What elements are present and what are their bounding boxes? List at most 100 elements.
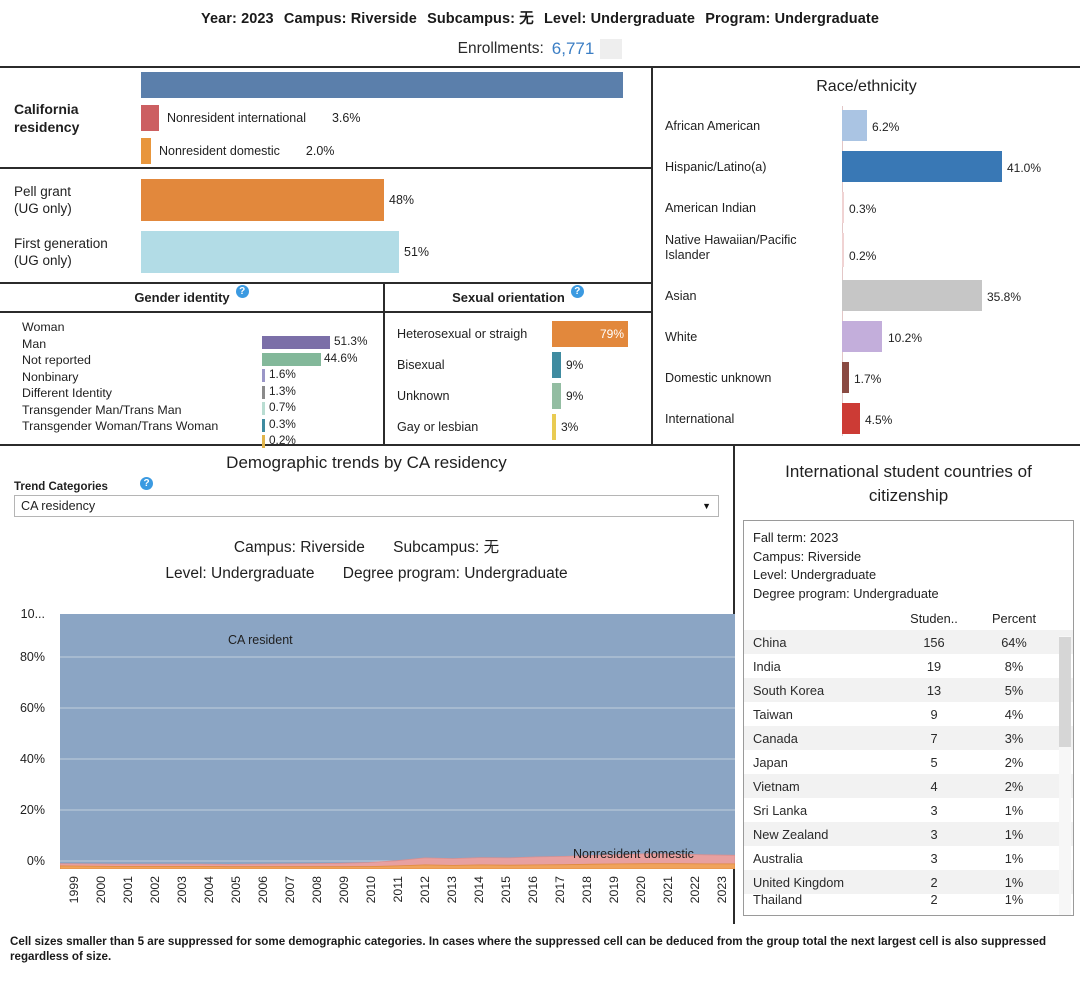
race-bar-american-indian[interactable] (842, 192, 844, 223)
table-row[interactable]: New Zealand 3 1% (744, 822, 1073, 846)
bar-nonresident-domestic[interactable] (141, 137, 151, 164)
question-icon[interactable]: ? (134, 473, 153, 491)
residency-row-ca-resident[interactable]: CA resident 94.4% (141, 69, 641, 118)
table-row[interactable]: Thailand 2 1% (744, 894, 1073, 904)
race-value-native-hawaiian: 0.2% (849, 249, 877, 263)
gender-identity-row[interactable]: Transgender Man/Trans Man 0.3% (0, 402, 383, 432)
residency-row-nonresident-domestic[interactable]: Nonresident domestic 2.0% (141, 135, 641, 166)
bar-label-ca-resident: CA resident (496, 103, 561, 118)
race-bar-international[interactable] (842, 403, 860, 434)
race-bar-hispanic-latino[interactable] (842, 151, 1002, 182)
trend-categories-select[interactable]: CA residency ▼ (14, 495, 719, 517)
race-row[interactable]: Hispanic/Latino(a) 41.0% (653, 147, 1080, 188)
enrollments-value: 6,771 (551, 39, 595, 58)
residency-row-nonresident-international[interactable]: Nonresident international 3.6% (141, 102, 641, 133)
area-label-nonresident-domestic: Nonresident domestic (573, 847, 694, 861)
residency-title-line2: residency (14, 118, 80, 135)
table-scrollbar-thumb[interactable] (1059, 637, 1071, 747)
table-row[interactable]: China 156 64% (744, 630, 1073, 654)
cell-students: 4 (930, 778, 938, 794)
race-value-asian: 35.8% (987, 290, 1022, 304)
sexual-orientation-title: Sexual orientation (452, 290, 565, 305)
filter-summary: Year: 2023 Campus: Riverside Subcampus: … (0, 7, 1080, 28)
so-bar-unknown[interactable] (552, 383, 561, 409)
race-row[interactable]: American Indian 0.3% (653, 188, 1080, 229)
race-row[interactable]: Asian 35.8% (653, 276, 1080, 317)
trend-sub-level: Level: Undergraduate (165, 565, 315, 582)
xtick-2005: 2005 (229, 876, 243, 904)
table-row[interactable]: Japan 5 2% (744, 750, 1073, 774)
sexual-orientation-row[interactable]: Heterosexual or straigh 79% (385, 320, 651, 351)
so-bar-bisexual[interactable] (552, 352, 561, 378)
table-row[interactable]: South Korea 13 5% (744, 678, 1073, 702)
table-row[interactable]: India 19 8% (744, 654, 1073, 678)
race-label-hispanic-latino: Hispanic/Latino(a) (665, 160, 767, 174)
gender-identity-row[interactable]: Different Identity 0.7% (0, 385, 383, 415)
gender-identity-row[interactable]: Not reported 1.6% (0, 352, 383, 382)
race-bar-native-hawaiian[interactable] (842, 233, 844, 267)
enrollments-row: Enrollments: 6,771 (0, 39, 1080, 59)
meta-campus: Campus: Riverside (753, 548, 862, 564)
gender-identity-row[interactable]: Transgender Woman/Trans Woman 0.2% (0, 418, 383, 448)
area-ca-resident (60, 614, 735, 869)
pell-grant-row[interactable]: Pell grant (UG only) 48% (14, 177, 651, 222)
table-row[interactable]: Taiwan 9 4% (744, 702, 1073, 726)
trend-categories-value: CA residency (21, 499, 96, 513)
bar-ca-resident[interactable] (141, 71, 623, 98)
bar-value-ca-resident: 94.4% (578, 103, 614, 118)
race-ethnicity-panel: Race/ethnicity African American 6.2% His… (653, 68, 1080, 444)
so-value-unknown: 9% (566, 389, 584, 403)
race-label-white: White (665, 330, 698, 344)
question-icon[interactable]: ? (570, 285, 584, 298)
residency-title-line1: California (14, 100, 79, 117)
first-generation-row[interactable]: First generation (UG only) 51% (14, 229, 651, 274)
race-row[interactable]: Domestic unknown 1.7% (653, 358, 1080, 399)
table-row[interactable]: Vietnam 4 2% (744, 774, 1073, 798)
meta-fall-term: Fall term: 2023 (753, 530, 839, 545)
xtick-2019: 2019 (607, 876, 621, 904)
race-bar-white[interactable] (842, 321, 882, 352)
xtick-2023: 2023 (715, 876, 729, 904)
race-row[interactable]: Native Hawaiian/Pacific Islander 0.2% (653, 229, 1080, 276)
first-generation-line2: (UG only) (14, 252, 72, 268)
trend-area-chart[interactable]: 10... 80% 60% 40% 20% 0% CA resident Non… (0, 607, 735, 924)
bar-first-generation[interactable] (141, 230, 399, 273)
question-icon[interactable]: ? (235, 285, 249, 298)
sexual-orientation-row[interactable]: Unknown 9% (385, 382, 651, 413)
table-row[interactable]: Australia 3 1% (744, 846, 1073, 870)
xtick-2011: 2011 (391, 876, 405, 903)
dashboard-header: Year: 2023 Campus: Riverside Subcampus: … (0, 0, 1080, 59)
gender-identity-row[interactable]: Man 44.6% (0, 336, 383, 366)
race-row[interactable]: International 4.5% (653, 399, 1080, 440)
race-bar-african-american[interactable] (842, 110, 867, 141)
pell-grant-label: Pell grant (UG only) (14, 183, 141, 217)
cell-country: Canada (753, 730, 798, 746)
gi-label-woman: Woman (22, 320, 65, 334)
so-bar-gay-or-lesbian[interactable] (552, 414, 556, 440)
table-row[interactable]: Canada 7 3% (744, 726, 1073, 750)
race-row[interactable]: White 10.2% (653, 317, 1080, 358)
table-row[interactable]: United Kingdom 2 1% (744, 870, 1073, 894)
cell-percent: 3% (1004, 730, 1024, 746)
ytick-0: 0% (26, 854, 45, 868)
race-row[interactable]: African American 6.2% (653, 106, 1080, 147)
international-table-body[interactable]: China 156 64% India 19 8% South Korea 13… (744, 630, 1073, 904)
gender-identity-row[interactable]: Nonbinary 1.3% (0, 369, 383, 399)
area-chart-svg[interactable] (60, 614, 735, 869)
bar-nonresident-international[interactable] (141, 104, 159, 131)
xtick-2012: 2012 (418, 876, 432, 904)
gender-identity-row[interactable]: Woman 51.3% (0, 319, 383, 349)
sexual-orientation-row[interactable]: Bisexual 9% (385, 351, 651, 382)
race-bar-asian[interactable] (842, 280, 982, 311)
xtick-2010: 2010 (364, 876, 378, 904)
table-row[interactable]: Sri Lanka 3 1% (744, 798, 1073, 822)
xtick-2014: 2014 (472, 876, 486, 904)
race-bar-domestic-unknown[interactable] (842, 362, 849, 393)
sexual-orientation-row[interactable]: Gay or lesbian 3% (385, 413, 651, 444)
xtick-2008: 2008 (310, 876, 324, 904)
trend-sub-campus: Campus: Riverside (233, 539, 365, 556)
trend-title: Demographic trends by CA residency (226, 453, 507, 472)
pell-grant-line2: (UG only) (14, 200, 72, 216)
so-label-bisexual: Bisexual (397, 358, 445, 372)
bar-pell-grant[interactable] (141, 178, 384, 221)
